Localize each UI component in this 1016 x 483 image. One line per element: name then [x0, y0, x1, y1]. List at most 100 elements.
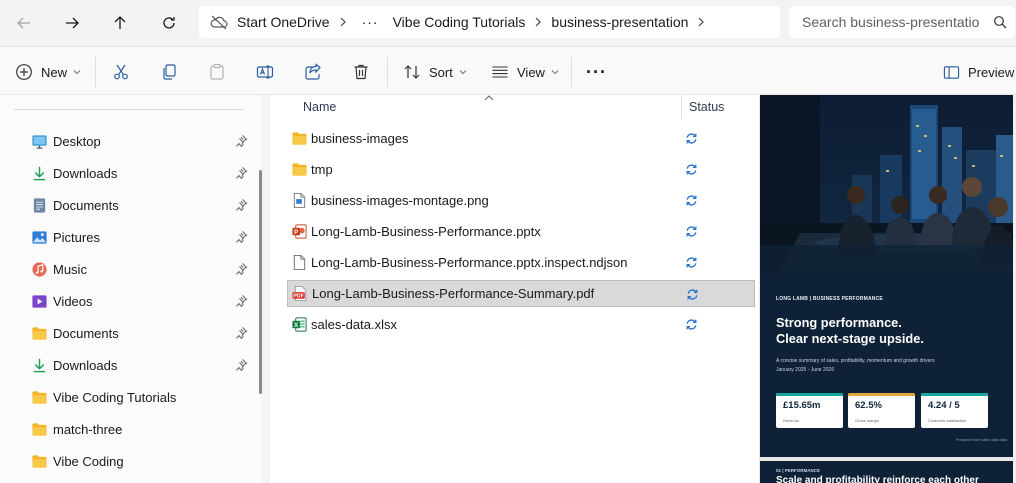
pin-icon[interactable] — [235, 358, 248, 372]
folder-icon — [30, 388, 48, 406]
file-row[interactable]: Xsales-data.xlsx — [287, 311, 755, 338]
breadcrumb-item-onedrive[interactable]: Start OneDrive — [209, 14, 330, 30]
pin-icon[interactable] — [235, 166, 248, 180]
file-row[interactable]: tmp — [287, 156, 755, 183]
sync-icon — [685, 318, 698, 331]
sidebar-item-videos[interactable]: Videos — [30, 286, 252, 316]
column-status[interactable]: Status — [689, 100, 724, 114]
address-bar: Start OneDrive ··· Vibe Coding Tutorials… — [0, 0, 1016, 46]
column-divider[interactable] — [681, 95, 682, 119]
breadcrumb-label: Start OneDrive — [237, 14, 330, 30]
file-name: Long-Lamb-Business-Performance.pptx.insp… — [311, 255, 628, 270]
sort-ascending-icon — [484, 95, 494, 101]
list-view-icon — [492, 66, 508, 78]
kpi-label: Gross margin — [855, 418, 880, 423]
pin-icon[interactable] — [235, 326, 248, 340]
pin-icon[interactable] — [235, 230, 248, 244]
rename-button[interactable] — [256, 58, 274, 86]
clipboard-icon — [210, 63, 224, 80]
plus-circle-icon — [16, 64, 32, 80]
column-header: Name Status — [270, 95, 759, 122]
chevron-right-icon — [525, 17, 551, 27]
scissors-icon — [114, 64, 128, 80]
pdf-page-2: 01 | PERFORMANCE Scale and profitability… — [760, 461, 1015, 483]
sidebar-item-label: Vibe Coding Tutorials — [53, 389, 177, 405]
svg-text:P: P — [294, 229, 298, 236]
svg-text:PDF: PDF — [293, 293, 303, 299]
file-row[interactable]: PDF Long-Lamb-Business-Performance-Summar… — [287, 280, 755, 307]
divider — [95, 57, 96, 87]
kpi-accent-bar — [848, 393, 915, 396]
folder-icon — [30, 452, 48, 470]
refresh-button[interactable] — [155, 9, 183, 37]
sort-button[interactable]: Sort — [403, 58, 467, 86]
file-name: business-images — [311, 131, 409, 146]
sidebar-item-documents[interactable]: Documents — [30, 190, 252, 220]
search-icon[interactable] — [993, 15, 1007, 29]
search-input[interactable] — [802, 14, 982, 30]
copy-button[interactable] — [160, 58, 178, 86]
kpi-card-gross-margin: 62.5% Gross margin — [848, 393, 915, 428]
breadcrumb-item-vibe-coding-tutorials[interactable]: Vibe Coding Tutorials — [393, 14, 526, 30]
file-row[interactable]: business-images-montage.png — [287, 187, 755, 214]
sort-icon — [404, 65, 420, 79]
kpi-card-revenue: £15.65m Revenue — [776, 393, 843, 428]
file-list: Name Status business-images tmp business-i… — [270, 95, 759, 483]
paste-button[interactable] — [208, 58, 226, 86]
breadcrumb-more-button[interactable]: ··· — [362, 14, 379, 30]
arrow-right-icon — [66, 17, 79, 29]
folder-icon — [30, 420, 48, 438]
sidebar-item-match-three[interactable]: match-three — [30, 414, 252, 444]
pin-icon[interactable] — [235, 134, 248, 148]
up-button[interactable] — [106, 9, 134, 37]
file-row[interactable]: P Long-Lamb-Business-Performance.pptx — [287, 218, 755, 245]
sync-icon — [686, 288, 699, 301]
sidebar-item-label: Pictures — [53, 229, 100, 245]
sync-icon — [685, 194, 698, 207]
new-button[interactable]: New — [15, 58, 81, 86]
pdf-page-1: LONG LAMB | BUSINESS PERFORMANCE Strong … — [760, 95, 1015, 457]
sidebar-item-label: match-three — [53, 421, 123, 437]
delete-button[interactable] — [352, 58, 370, 86]
pin-icon[interactable] — [235, 262, 248, 276]
trash-icon — [354, 64, 368, 80]
sync-icon — [685, 163, 698, 176]
slide-description: A concise summary of sales, profitabilit… — [776, 358, 935, 364]
file-row[interactable]: business-images — [287, 125, 755, 152]
chevron-right-icon[interactable] — [688, 17, 714, 27]
view-button[interactable]: View — [491, 58, 559, 86]
kpi-accent-bar — [776, 393, 843, 396]
sidebar-item-downloads[interactable]: Downloads — [30, 350, 252, 380]
file-name: business-images-montage.png — [311, 193, 489, 208]
cut-button[interactable] — [112, 58, 130, 86]
sidebar-item-music[interactable]: Music — [30, 254, 252, 284]
scrollbar[interactable] — [259, 170, 262, 394]
back-button[interactable] — [10, 9, 38, 37]
sidebar-item-pictures[interactable]: Pictures — [30, 222, 252, 252]
forward-button[interactable] — [58, 9, 86, 37]
see-more-button[interactable]: ··· — [586, 58, 607, 86]
share-button[interactable] — [304, 58, 322, 86]
sidebar-item-downloads[interactable]: Downloads — [30, 158, 252, 188]
kpi-value: 62.5% — [855, 400, 882, 411]
text-file-icon — [290, 254, 308, 272]
headline-line-1: Strong performance. — [776, 315, 902, 330]
sync-icon — [685, 132, 698, 145]
kpi-accent-bar — [921, 393, 988, 396]
file-row[interactable]: Long-Lamb-Business-Performance.pptx.insp… — [287, 249, 755, 276]
pin-icon[interactable] — [235, 198, 248, 212]
sidebar-item-vibe-coding[interactable]: Vibe Coding — [30, 446, 252, 476]
breadcrumb[interactable]: Start OneDrive ··· Vibe Coding Tutorials… — [199, 6, 780, 38]
sidebar-item-documents[interactable]: Documents — [30, 318, 252, 348]
command-bar: New Sort View ··· Preview — [0, 46, 1016, 95]
download-icon — [30, 356, 48, 374]
sidebar-item-label: Vibe Coding — [53, 453, 124, 469]
preview-pane-button[interactable]: Preview — [943, 58, 1014, 86]
headline-line-2: Clear next-stage upside. — [776, 331, 924, 346]
sidebar-item-desktop[interactable]: Desktop — [30, 126, 252, 156]
column-name[interactable]: Name — [303, 100, 336, 114]
breadcrumb-item-business-presentation[interactable]: business-presentation — [551, 14, 688, 30]
pin-icon[interactable] — [235, 294, 248, 308]
sidebar-item-vibe-coding-tutorials[interactable]: Vibe Coding Tutorials — [30, 382, 252, 412]
sidebar-item-label: Desktop — [53, 133, 101, 149]
